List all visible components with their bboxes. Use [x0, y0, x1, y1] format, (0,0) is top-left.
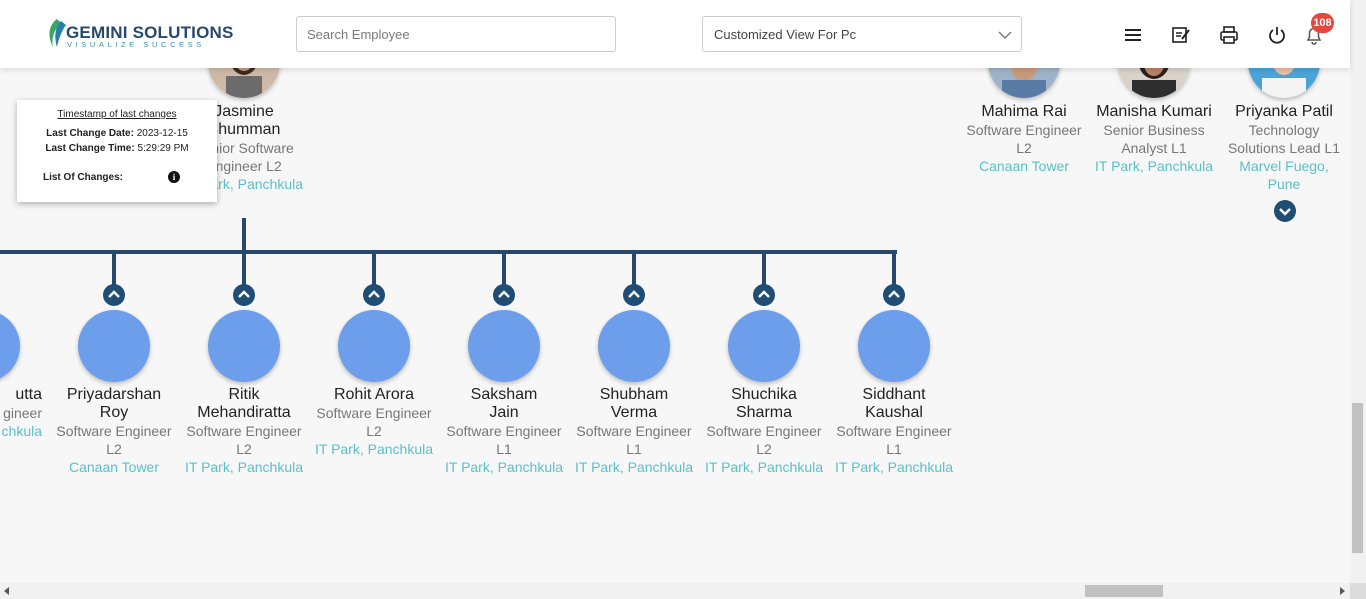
collapse-up-icon[interactable]: [493, 284, 515, 306]
info-icon[interactable]: i: [168, 171, 180, 183]
employee-name: Rohit Arora: [333, 386, 415, 403]
employee-role: gineer: [3, 405, 42, 421]
company-logo[interactable]: GEMINI SOLUTIONS VISUALIZE SUCCESS: [47, 17, 233, 51]
employee-name: Priyadarshan Roy: [66, 386, 162, 421]
employee-location: IT Park, Panchkula: [184, 459, 304, 475]
menu-icon[interactable]: [1122, 24, 1144, 46]
timestamp-popup: Timestamp of last changes Last Change Da…: [17, 100, 217, 202]
collapse-up-icon[interactable]: [233, 284, 255, 306]
employee-node[interactable]: Rohit Arora Software Engineer L2 IT Park, …: [309, 386, 439, 458]
employee-node[interactable]: Priyadarshan Roy Software Engineer L2 Cana…: [49, 386, 179, 476]
employee-role: Software Engineer L2: [316, 405, 432, 439]
connector-manager: [242, 218, 246, 254]
scrollbar-corner: [1350, 583, 1366, 599]
employee-location: Canaan Tower: [68, 459, 160, 475]
logo-leaf-icon: [49, 19, 66, 47]
employee-location: IT Park, Panchkula: [1094, 158, 1214, 174]
employee-node[interactable]: Siddhant Kaushal Software Engineer L1 IT P…: [829, 386, 959, 476]
employee-role: Software Engineer L1: [576, 423, 692, 457]
connector-child: [112, 250, 116, 288]
list-of-changes-row: List Of Changes:: [0, 172, 183, 183]
employee-name: Mahima Rai: [981, 103, 1067, 120]
scroll-right-arrow-icon[interactable]: [1338, 587, 1346, 595]
expand-down-icon[interactable]: [1273, 199, 1297, 223]
top-header: GEMINI SOLUTIONS VISUALIZE SUCCESS Custo…: [0, 0, 1350, 68]
node-manisha-kumari[interactable]: Manisha Kumari Senior Business Analyst L…: [1089, 103, 1219, 175]
employee-role: Software Engineer L2: [186, 423, 302, 457]
employee-avatar[interactable]: [338, 310, 410, 382]
employee-name: Ritik Mehandiratta: [197, 386, 291, 421]
employee-role: Software Engineer L2: [56, 423, 172, 457]
employee-name: Manisha Kumari: [1096, 103, 1212, 120]
search-employee-input[interactable]: [296, 16, 616, 52]
employee-location: IT Park, Panchkula: [704, 459, 824, 475]
collapse-up-icon[interactable]: [363, 284, 385, 306]
horizontal-scroll-thumb[interactable]: [1085, 585, 1163, 597]
employee-location: IT Park, Panchkula: [574, 459, 694, 475]
employee-location: Canaan Tower: [978, 158, 1070, 174]
employee-location: chkula: [1, 423, 42, 439]
scroll-left-arrow-icon[interactable]: [3, 587, 11, 595]
employee-avatar[interactable]: [78, 310, 150, 382]
view-select-value: Customized View For Pc: [714, 27, 857, 42]
chevron-down-icon: [998, 31, 1012, 39]
collapse-up-icon[interactable]: [883, 284, 905, 306]
connector-child: [762, 250, 766, 288]
collapse-up-icon[interactable]: [623, 284, 645, 306]
last-change-date-row: Last Change Date: 2023-12-15: [17, 128, 217, 139]
date-label: Last Change Date:: [46, 128, 134, 139]
employee-role: Software Engineer L1: [446, 423, 562, 457]
employee-location: IT Park, Panchkula: [444, 459, 564, 475]
collapse-up-icon[interactable]: [753, 284, 775, 306]
employee-name: Saksham Jain: [470, 386, 538, 421]
employee-role: Software Engineer L2: [966, 122, 1082, 156]
changes-label: List Of Changes:: [42, 172, 123, 183]
employee-location: IT Park, Panchkula: [314, 441, 434, 457]
connector-child: [892, 250, 896, 288]
employee-location: Marvel Fuego, Pune: [1239, 158, 1329, 192]
employee-role: Software Engineer L2: [706, 423, 822, 457]
date-value: 2023-12-15: [136, 128, 188, 139]
employee-name: Siddhant Kaushal: [862, 386, 926, 421]
employee-node[interactable]: utta gineer chkula: [0, 386, 42, 440]
connector-child: [502, 250, 506, 288]
time-label: Last Change Time:: [45, 143, 135, 154]
connector-child: [372, 250, 376, 288]
employee-avatar[interactable]: [468, 310, 540, 382]
employee-node[interactable]: Shubham Verma Software Engineer L1 IT Park…: [569, 386, 699, 476]
collapse-up-icon[interactable]: [103, 284, 125, 306]
employee-avatar[interactable]: [0, 310, 20, 382]
employee-avatar[interactable]: [858, 310, 930, 382]
employee-node[interactable]: Saksham Jain Software Engineer L1 IT Park,…: [439, 386, 569, 476]
employee-name: Priyanka Patil: [1235, 103, 1333, 120]
employee-role: Technology Solutions Lead L1: [1227, 122, 1341, 156]
power-icon[interactable]: [1266, 24, 1288, 46]
employee-avatar[interactable]: [728, 310, 800, 382]
time-value: 5:29:29 PM: [137, 143, 189, 154]
node-priyanka-patil[interactable]: Priyanka Patil Technology Solutions Lead…: [1219, 103, 1349, 193]
print-icon[interactable]: [1218, 24, 1240, 46]
notification-badge[interactable]: 108: [1311, 13, 1334, 33]
popup-title: Timestamp of last changes: [57, 109, 177, 120]
edit-note-icon[interactable]: [1170, 24, 1192, 46]
node-mahima-rai[interactable]: Mahima Rai Software Engineer L2 Canaan T…: [959, 103, 1089, 175]
connector-child: [242, 250, 246, 288]
last-change-time-row: Last Change Time: 5:29:29 PM: [17, 143, 217, 154]
employee-node[interactable]: Shuchika Sharma Software Engineer L2 IT Pa…: [699, 386, 829, 476]
employee-location: IT Park, Panchkula: [834, 459, 954, 475]
employee-node[interactable]: Ritik Mehandiratta Software Engineer L2 IT…: [179, 386, 309, 476]
employee-name: utta: [15, 386, 42, 403]
employee-avatar[interactable]: [598, 310, 670, 382]
employee-role: Senior Business Analyst L1: [1103, 122, 1205, 156]
employee-avatar[interactable]: [208, 310, 280, 382]
connector-child: [632, 250, 636, 288]
employee-name: Shuchika Sharma: [731, 386, 797, 421]
employee-name: Shubham Verma: [599, 386, 669, 421]
view-select[interactable]: Customized View For Pc: [702, 16, 1022, 52]
employee-role: Software Engineer L1: [836, 423, 952, 457]
logo-tagline: VISUALIZE SUCCESS: [67, 40, 205, 49]
vertical-scroll-thumb[interactable]: [1352, 403, 1363, 553]
